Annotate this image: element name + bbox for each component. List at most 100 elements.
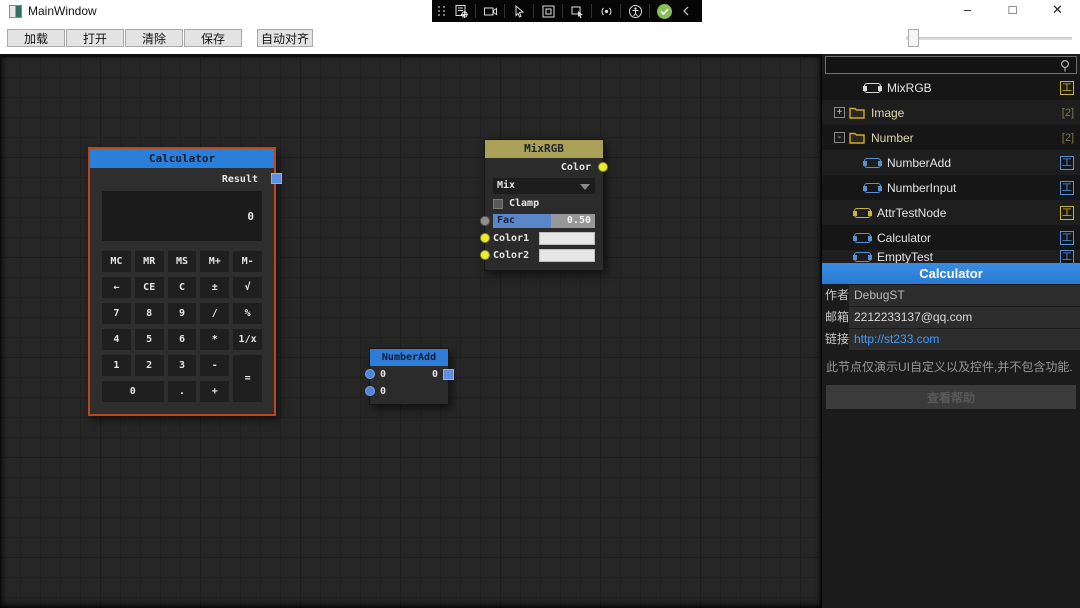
color1-swatch[interactable] [539,232,595,245]
calc-key-0[interactable]: 0 [102,381,164,402]
zoom-slider[interactable] [906,35,1072,41]
load-button[interactable]: 加载 [7,29,65,47]
calc-key-ce[interactable]: CE [135,277,164,298]
calc-key-4[interactable]: 4 [102,329,131,350]
calculator-display[interactable]: 0 [102,191,262,241]
numberadd-output-socket[interactable] [443,369,454,380]
blend-mode-dropdown[interactable]: Mix [493,178,595,194]
calc-key-backspace[interactable]: ← [102,277,131,298]
expand-icon[interactable]: + [834,107,845,118]
cursor-region-icon[interactable] [567,1,587,21]
tree-item-numberinput[interactable]: NumberInput [822,175,1080,200]
calc-key-decimal[interactable]: . [168,381,197,402]
result-output-socket[interactable] [271,173,282,184]
calc-key-mminus[interactable]: M- [233,251,262,272]
zoom-slider-track[interactable] [906,37,1072,40]
numberadd-output-value: 0 [432,366,438,383]
numberadd-input2-socket[interactable] [365,386,375,396]
calc-key-plus[interactable]: + [200,381,229,402]
calc-key-9[interactable]: 9 [168,303,197,324]
collapse-overlay-icon[interactable] [676,1,696,21]
numberadd-input1-value: 0 [380,366,386,383]
maximize-button[interactable]: □ [990,0,1035,22]
cursor-icon[interactable] [509,1,529,21]
calc-key-percent[interactable]: % [233,303,262,324]
calc-key-reciprocal[interactable]: 1/x [233,329,262,350]
color-output-socket[interactable] [598,162,608,172]
author-label: 作者 [822,285,849,306]
node-type-icon [1060,250,1074,263]
minimize-button[interactable]: – [945,0,990,22]
color2-row: Color2 [485,248,603,262]
calc-key-2[interactable]: 2 [135,355,164,376]
tree-item-calculator[interactable]: Calculator [822,225,1080,250]
calc-key-6[interactable]: 6 [168,329,197,350]
calculator-node[interactable]: Calculator Result 0 MC MR MS M+ M- ← CE … [88,147,276,416]
zoom-slider-handle[interactable] [908,29,919,47]
camera-icon[interactable] [480,1,500,21]
node-type-icon [1060,156,1074,170]
record-ok-icon[interactable] [654,1,674,21]
calc-key-c[interactable]: C [168,277,197,298]
calc-key-mplus[interactable]: M+ [200,251,229,272]
main-window: MainWindow [0,0,1080,608]
mixrgb-node-header[interactable]: MixRGB [485,140,603,158]
calc-key-multiply[interactable]: * [200,329,229,350]
close-button[interactable]: ✕ [1035,0,1080,22]
audio-icon[interactable] [596,1,616,21]
open-button[interactable]: 打开 [66,29,124,47]
link-value[interactable]: http://st233.com [849,329,1080,350]
calc-key-sqrt[interactable]: √ [233,277,262,298]
tree-item-attrtestnode[interactable]: AttrTestNode [822,200,1080,225]
numberadd-node[interactable]: NumberAdd 0 0 0 [369,348,449,405]
color1-input-socket[interactable] [480,233,490,243]
auto-align-button[interactable]: 自动对齐 [257,29,313,47]
search-icon [1058,59,1072,73]
calc-key-3[interactable]: 3 [168,355,197,376]
calc-key-5[interactable]: 5 [135,329,164,350]
blend-mode-value: Mix [497,180,515,191]
calc-key-mr[interactable]: MR [135,251,164,272]
tree-item-number[interactable]: - Number [2] [822,125,1080,150]
collapse-icon[interactable]: - [834,132,845,143]
tree-item-image[interactable]: + Image [2] [822,100,1080,125]
drag-grip-icon[interactable] [438,6,446,16]
clear-button[interactable]: 清除 [125,29,183,47]
count-badge: [2] [1062,107,1074,119]
numberadd-node-header[interactable]: NumberAdd [370,349,448,366]
calc-key-1[interactable]: 1 [102,355,131,376]
calc-key-plusminus[interactable]: ± [200,277,229,298]
fac-row: Fac 0.50 [485,214,603,228]
clamp-row: Clamp [485,196,603,211]
calc-key-ms[interactable]: MS [168,251,197,272]
tree-item-numberadd[interactable]: NumberAdd [822,150,1080,175]
tree-item-emptytest[interactable]: EmptyTest [822,250,1080,263]
color2-input-socket[interactable] [480,250,490,260]
calc-key-equals[interactable]: = [233,355,262,402]
search-input[interactable] [826,59,1076,75]
calc-key-7[interactable]: 7 [102,303,131,324]
calc-key-mc[interactable]: MC [102,251,131,272]
fac-input-socket[interactable] [480,216,490,226]
calc-key-divide[interactable]: / [200,303,229,324]
calc-key-8[interactable]: 8 [135,303,164,324]
save-button[interactable]: 保存 [184,29,242,47]
calc-key-minus[interactable]: - [200,355,229,376]
help-button[interactable]: 查看帮助 [826,385,1076,409]
calculator-node-header[interactable]: Calculator [90,149,274,168]
node-canvas[interactable]: Calculator Result 0 MC MR MS M+ M- ← CE … [0,54,822,608]
region-icon[interactable] [538,1,558,21]
tree-item-mixrgb[interactable]: MixRGB [822,75,1080,100]
color1-label: Color1 [493,233,529,244]
accessibility-icon[interactable] [625,1,645,21]
email-row: 邮箱 2212233137@qq.com [822,307,1080,328]
color2-swatch[interactable] [539,249,595,262]
numberadd-input1-socket[interactable] [365,369,375,379]
search-box [825,56,1077,74]
fac-slider[interactable]: Fac 0.50 [493,214,595,228]
capture-list-icon[interactable] [451,1,471,21]
mixrgb-node[interactable]: MixRGB Color Mix Clamp Fac 0 [484,139,604,271]
calculator-keypad: MC MR MS M+ M- ← CE C ± √ 7 8 9 / % 4 5 [102,251,262,402]
folder-icon [849,131,865,144]
clamp-checkbox[interactable] [493,199,503,209]
